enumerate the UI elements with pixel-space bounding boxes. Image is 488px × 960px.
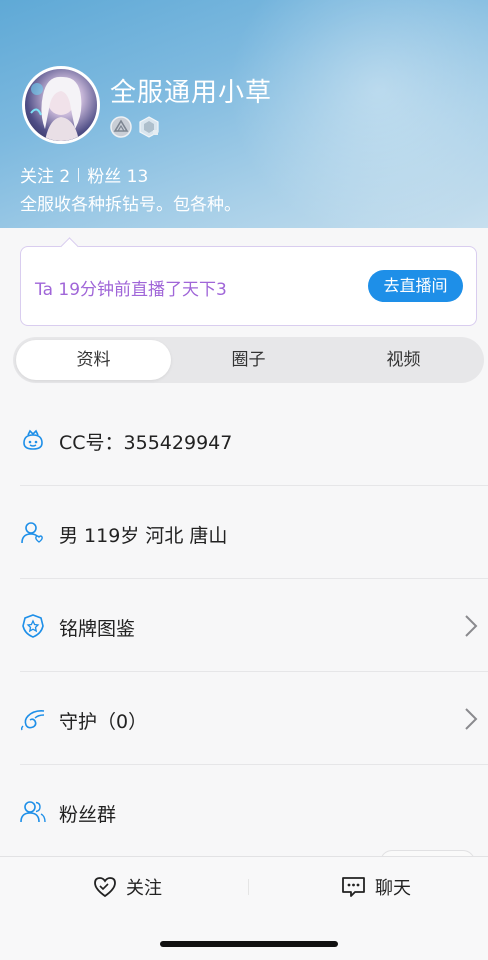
cc-number: CC号：355429947 xyxy=(59,432,233,454)
chat-button[interactable]: 聊天 xyxy=(340,873,411,901)
profile-tabs: 资料 圈子 视频 xyxy=(13,337,484,383)
tab-video[interactable]: 视频 xyxy=(326,340,481,380)
cc-mascot-icon xyxy=(23,429,43,450)
fans-count[interactable]: 粉丝 13 xyxy=(87,162,148,187)
chevron-right-icon xyxy=(465,708,478,730)
stats-row: 关注 2 粉丝 13 xyxy=(20,162,148,187)
rank-badge-icon[interactable] xyxy=(110,116,132,138)
heart-icon xyxy=(94,877,116,898)
bio: 全服收各种拆钻号。包各种。 xyxy=(20,195,241,215)
level-badge-icon[interactable] xyxy=(138,116,160,138)
chevron-right-icon xyxy=(465,615,478,637)
wing-guard-icon xyxy=(20,710,45,731)
live-notice-card: Ta 19分钟前直播了天下3 去直播间 xyxy=(20,246,477,326)
follow-label: 关注 xyxy=(126,878,162,899)
live-notice-text: Ta 19分钟前直播了天下3 xyxy=(35,280,227,300)
divider xyxy=(248,879,249,895)
profile-header: 全服通用小草 关注 2 粉丝 13 全服收各种拆钻号。包各种。 xyxy=(0,0,488,228)
username: 全服通用小草 xyxy=(110,78,273,108)
avatar[interactable] xyxy=(22,66,100,144)
tab-circle[interactable]: 圈子 xyxy=(171,340,326,380)
chat-bubble-icon xyxy=(342,877,365,897)
tab-profile[interactable]: 资料 xyxy=(16,340,171,380)
medal-badge-icon xyxy=(22,614,44,638)
info-row-fans-group[interactable]: 粉丝群 xyxy=(20,765,488,858)
basic-info: 男 119岁 河北 唐山 xyxy=(59,525,228,547)
medal-gallery-label: 铭牌图鉴 xyxy=(59,618,136,640)
avatar-illustration xyxy=(30,76,82,141)
go-live-room-button[interactable]: 去直播间 xyxy=(368,270,463,302)
user-gender-icon xyxy=(21,522,43,544)
info-row-basic: 男 119岁 河北 唐山 xyxy=(20,486,488,579)
follow-button[interactable]: 关注 xyxy=(92,873,162,901)
info-row-medals[interactable]: 铭牌图鉴 xyxy=(20,579,488,672)
follow-count[interactable]: 关注 2 xyxy=(20,162,70,187)
info-row-guard[interactable]: 守护（0） xyxy=(20,672,488,765)
fans-group-label: 粉丝群 xyxy=(59,804,117,826)
home-indicator xyxy=(160,941,338,947)
guard-label: 守护（0） xyxy=(59,711,148,733)
info-row-cc: CC号：355429947 xyxy=(20,393,488,486)
chat-label: 聊天 xyxy=(375,878,411,899)
divider xyxy=(78,167,80,182)
fans-group-icon xyxy=(20,801,46,823)
